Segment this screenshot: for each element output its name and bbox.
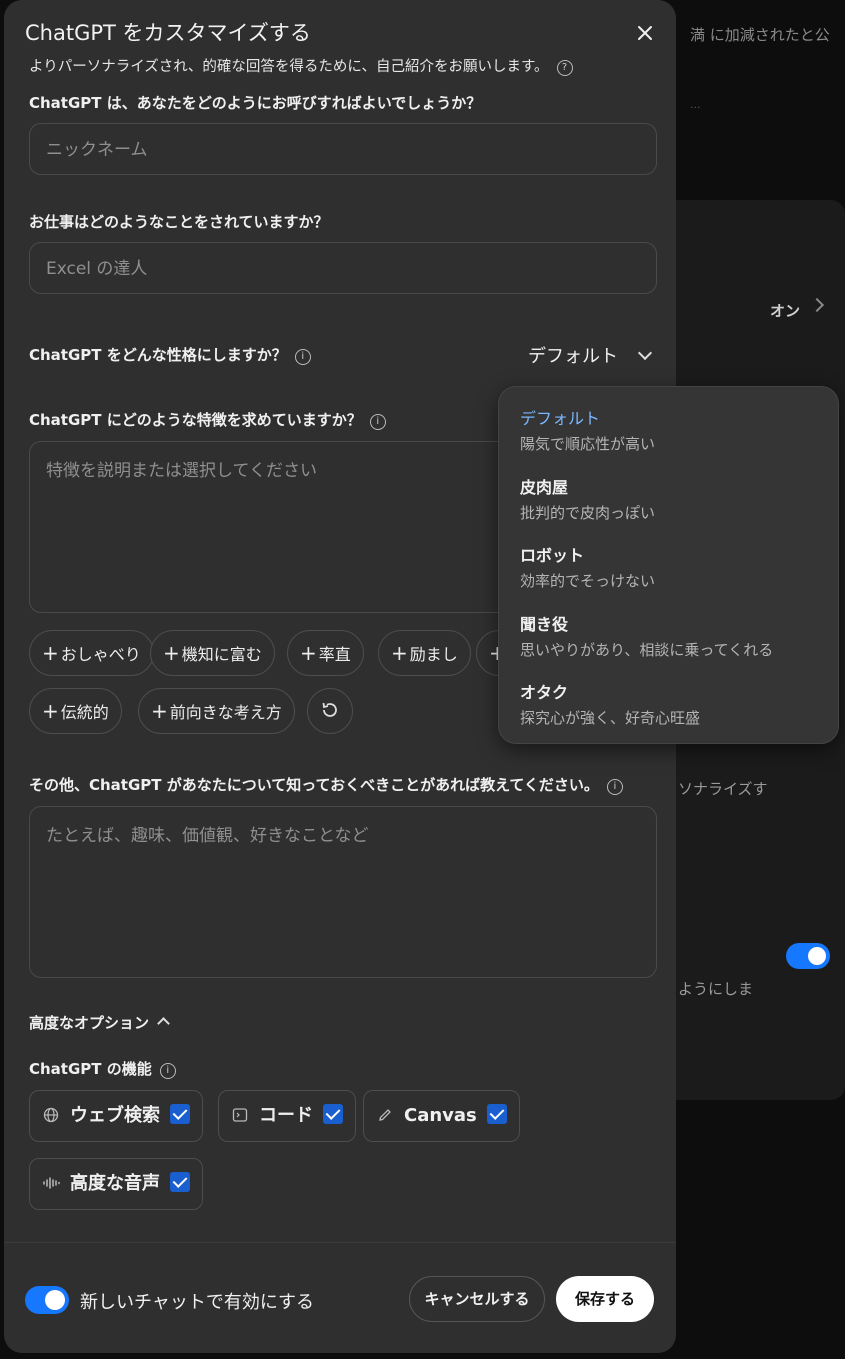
pencil-icon bbox=[376, 1092, 394, 1142]
chip-label: 前向きな考え方 bbox=[169, 703, 282, 722]
menu-item-robot[interactable]: ロボット 効率的でそっけない bbox=[520, 542, 655, 591]
chip-label: おしゃべり bbox=[60, 645, 141, 664]
checkbox-checked[interactable] bbox=[323, 1104, 343, 1124]
nickname-label: ChatGPT は、あなたをどのようにお呼びすればよいでしょうか？ bbox=[29, 94, 482, 112]
modal-subtitle: よりパーソナライズされ、的確な回答を得るために、自己紹介をお願いします。? bbox=[29, 55, 573, 76]
feature-advanced-voice[interactable]: 高度な音声 bbox=[29, 1158, 203, 1210]
menu-item-desc: 探究心が強く、好奇心旺盛 bbox=[520, 709, 701, 727]
background-text: 満 に加減されたと公 bbox=[690, 26, 830, 44]
chip-label: 伝統的 bbox=[60, 703, 109, 722]
chevron-up-icon bbox=[157, 1017, 170, 1030]
plus-icon: + bbox=[151, 699, 168, 723]
cancel-button[interactable]: キャンセルする bbox=[409, 1276, 545, 1322]
checkbox-checked[interactable] bbox=[170, 1104, 190, 1124]
plus-icon: + bbox=[391, 641, 408, 665]
background-toggle bbox=[786, 943, 830, 969]
info-icon[interactable]: i bbox=[159, 1063, 176, 1079]
waveform-icon bbox=[42, 1160, 60, 1210]
checkbox-checked[interactable] bbox=[170, 1172, 190, 1192]
chip-label: 機知に富む bbox=[181, 645, 262, 664]
chip-label: 率直 bbox=[318, 645, 351, 664]
modal-title: ChatGPT をカスタマイズする bbox=[25, 21, 311, 45]
footer-divider bbox=[4, 1242, 676, 1243]
traits-label-text: ChatGPT にどのような特徴を求めていますか？ bbox=[29, 411, 362, 429]
terminal-icon bbox=[231, 1092, 249, 1142]
menu-item-listener[interactable]: 聞き役 思いやりがあり、相談に乗ってくれる bbox=[520, 611, 773, 660]
menu-item-default[interactable]: デフォルト 陽気で順応性が高い bbox=[520, 405, 655, 454]
trait-chip[interactable]: + 励まし bbox=[378, 630, 471, 676]
features-label: ChatGPT の機能 i bbox=[29, 1058, 176, 1079]
personality-selected: デフォルト bbox=[528, 346, 618, 367]
trait-chip[interactable]: + 機知に富む bbox=[150, 630, 275, 676]
personality-label: ChatGPT をどんな性格にしますか？ i bbox=[29, 344, 311, 365]
menu-item-nerd[interactable]: オタク 探究心が強く、好奇心旺盛 bbox=[520, 679, 700, 728]
traits-label: ChatGPT にどのような特徴を求めていますか？ i bbox=[29, 409, 386, 430]
feature-canvas[interactable]: Canvas bbox=[363, 1090, 520, 1142]
feature-label: 高度な音声 bbox=[70, 1173, 160, 1194]
advanced-options-label: 高度なオプション bbox=[29, 1014, 150, 1032]
menu-item-desc: 効率的でそっけない bbox=[520, 572, 656, 590]
menu-item-title: ロボット bbox=[520, 546, 585, 565]
refresh-chips-button[interactable] bbox=[307, 688, 353, 734]
refresh-icon bbox=[322, 702, 337, 717]
features-label-text: ChatGPT の機能 bbox=[29, 1060, 152, 1078]
toggle-label: 新しいチャットで有効にする bbox=[80, 1292, 314, 1313]
menu-item-desc: 陽気で順応性が高い bbox=[520, 435, 656, 453]
menu-item-title: オタク bbox=[520, 683, 569, 702]
subtitle-text: よりパーソナライズされ、的確な回答を得るために、自己紹介をお願いします。 bbox=[29, 59, 549, 75]
job-label: お仕事はどのようなことをされていますか？ bbox=[29, 213, 329, 231]
background-link: ... bbox=[690, 98, 701, 111]
info-icon[interactable]: i bbox=[369, 414, 386, 430]
other-label: その他、ChatGPT があなたについて知っておくべきことがあれば教えてください… bbox=[29, 774, 623, 795]
checkbox-checked[interactable] bbox=[486, 1104, 507, 1124]
chip-label: 励まし bbox=[409, 645, 458, 664]
close-button[interactable] bbox=[632, 20, 658, 46]
personality-menu: デフォルト 陽気で順応性が高い 皮肉屋 批判的で皮肉っぽい ロボット 効率的でそ… bbox=[498, 386, 839, 744]
menu-item-cynic[interactable]: 皮肉屋 批判的で皮肉っぽい bbox=[520, 474, 655, 523]
personality-dropdown[interactable]: デフォルト bbox=[528, 342, 653, 368]
other-label-text: その他、ChatGPT があなたについて知っておくべきことがあれば教えてください… bbox=[29, 776, 599, 794]
close-icon bbox=[638, 26, 652, 40]
menu-item-desc: 思いやりがあり、相談に乗ってくれる bbox=[520, 641, 774, 659]
trait-chip[interactable]: + 伝統的 bbox=[29, 688, 122, 734]
other-textarea[interactable]: たとえば、趣味、価値観、好きなことなど bbox=[29, 806, 657, 978]
plus-icon: + bbox=[300, 641, 317, 665]
advanced-options-toggle[interactable]: 高度なオプション bbox=[29, 1012, 170, 1033]
background-text: ソナライズす bbox=[678, 780, 768, 798]
info-icon[interactable]: i bbox=[294, 349, 311, 365]
feature-label: コード bbox=[259, 1105, 313, 1126]
menu-item-title: 皮肉屋 bbox=[520, 478, 569, 497]
personality-label-text: ChatGPT をどんな性格にしますか？ bbox=[29, 346, 287, 364]
menu-item-desc: 批判的で皮肉っぽい bbox=[520, 504, 656, 522]
help-icon[interactable]: ? bbox=[556, 60, 573, 76]
feature-web-search[interactable]: ウェブ検索 bbox=[29, 1090, 203, 1142]
menu-item-title: デフォルト bbox=[520, 409, 601, 428]
feature-code[interactable]: コード bbox=[218, 1090, 356, 1142]
job-input[interactable]: Excel の達人 bbox=[29, 242, 657, 294]
plus-icon: + bbox=[42, 641, 59, 665]
enable-new-chats-toggle[interactable] bbox=[25, 1286, 69, 1314]
save-button[interactable]: 保存する bbox=[556, 1276, 654, 1322]
trait-chip[interactable]: + おしゃべり bbox=[29, 630, 154, 676]
plus-icon: + bbox=[42, 699, 59, 723]
plus-icon: + bbox=[163, 641, 180, 665]
globe-icon bbox=[42, 1092, 60, 1142]
trait-chip[interactable]: + 率直 bbox=[287, 630, 364, 676]
background-text: ようにしま bbox=[678, 980, 754, 998]
menu-item-title: 聞き役 bbox=[520, 615, 569, 634]
nickname-input[interactable]: ニックネーム bbox=[29, 123, 657, 175]
feature-label: ウェブ検索 bbox=[70, 1105, 160, 1126]
trait-chip[interactable]: + 前向きな考え方 bbox=[138, 688, 295, 734]
chevron-down-icon bbox=[637, 345, 653, 361]
info-icon[interactable]: i bbox=[606, 779, 623, 795]
background-setting-value: オン bbox=[770, 302, 801, 320]
feature-label: Canvas bbox=[404, 1105, 477, 1126]
